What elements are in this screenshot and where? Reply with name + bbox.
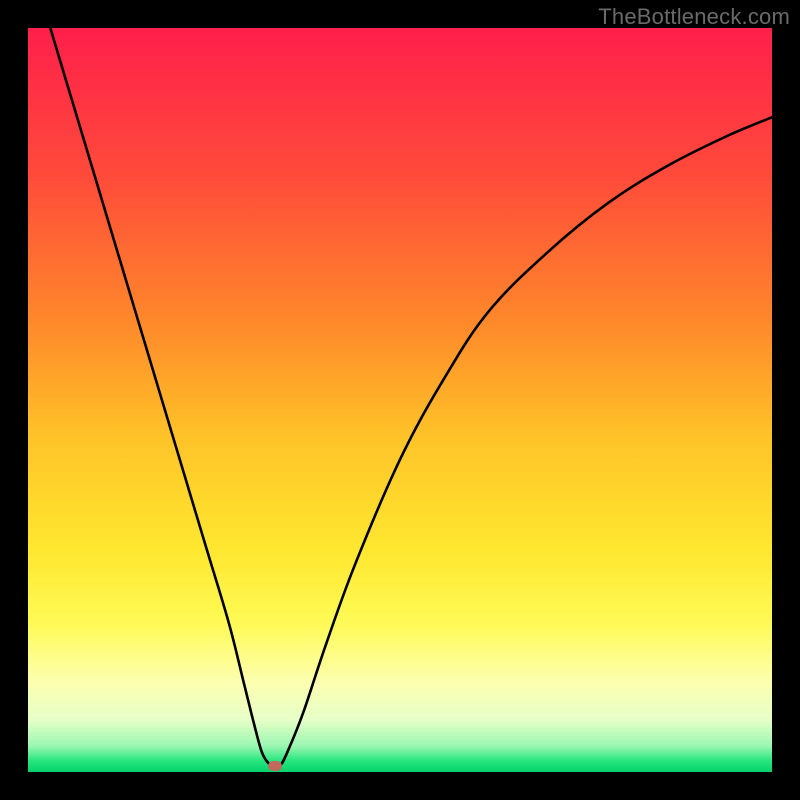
chart-frame: TheBottleneck.com: [0, 0, 800, 800]
bottleneck-curve-path: [50, 28, 772, 766]
watermark-text: TheBottleneck.com: [598, 4, 790, 30]
curve-svg: [28, 28, 772, 772]
plot-area: [28, 28, 772, 772]
optimum-marker: [268, 761, 282, 771]
